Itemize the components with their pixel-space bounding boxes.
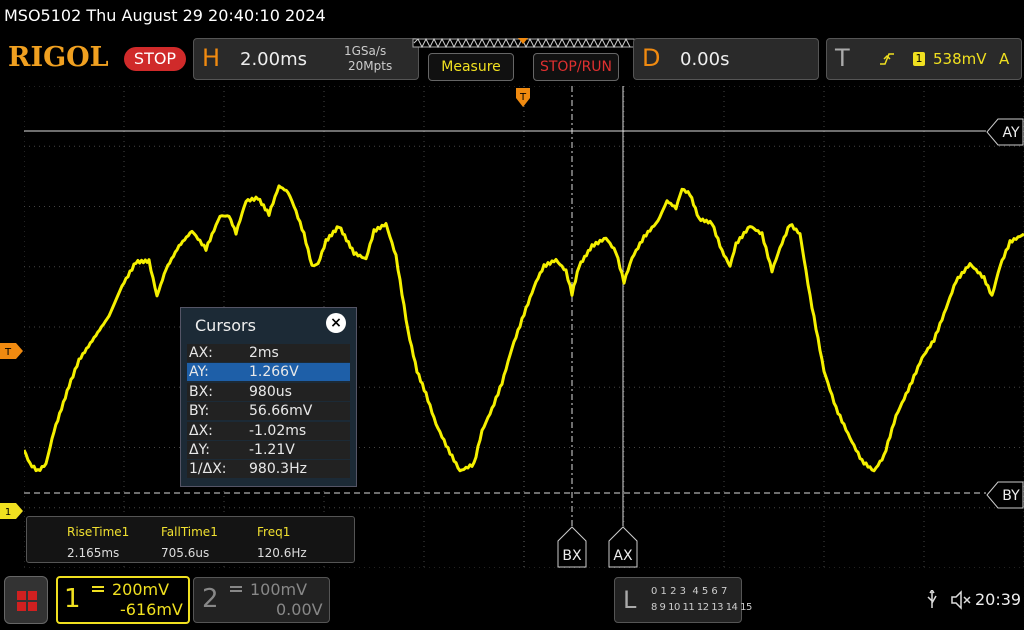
channel2-offset: 0.00V (276, 600, 323, 619)
graticule (24, 86, 1024, 568)
svg-text:AY: AY (1002, 125, 1019, 141)
cursor-row-key: BX: (189, 383, 213, 400)
cursor-row-key: AY: (189, 364, 209, 381)
trigger-level: 538mV (933, 50, 987, 68)
cursor-row-key: 1/ΔX: (189, 461, 227, 478)
rising-edge-icon (880, 53, 894, 65)
measure-name: RiseTime1 (67, 525, 130, 539)
sample-rate: 1GSa/s (344, 44, 387, 58)
menu-button[interactable] (4, 576, 48, 624)
measure-name: FallTime1 (161, 525, 218, 539)
delay-letter: D (642, 44, 661, 72)
cursors-panel[interactable]: Cursors × AX: 2ms AY: 1.266V BX: 980us BY: 56.6… (180, 307, 357, 487)
timebase-value: 2.00ms (240, 49, 307, 70)
channel1-panel[interactable]: 1 200mV -616mV (56, 576, 190, 624)
close-icon[interactable]: × (326, 313, 346, 333)
stop-run-button[interactable]: STOP/RUN (533, 53, 619, 81)
dc-coupling-icon (92, 586, 104, 592)
logic-row-bottom: 8 9 10 11 12 13 14 15 (651, 602, 752, 613)
channel1-trace (24, 184, 1024, 473)
trigger-position-letter: T (519, 92, 527, 103)
svg-text:BY: BY (1002, 488, 1020, 504)
cursor-row-value: -1.02ms (249, 422, 307, 439)
cursors-title: Cursors (195, 316, 256, 335)
cursor-row-key: BY: (189, 403, 210, 420)
measure-name: Freq1 (257, 525, 291, 539)
cursor-ay-tag[interactable]: AY (986, 118, 1024, 146)
channel2-number: 2 (202, 584, 219, 614)
trigger-coupling: A (999, 50, 1010, 68)
trigger-panel[interactable]: T 1 538mV A (826, 38, 1022, 80)
cursor-row-key: AX: (189, 345, 213, 361)
cursor-row[interactable]: BY: 56.66mV (187, 402, 350, 421)
usb-icon (927, 590, 937, 608)
measurement-panel: RiseTime1 2.165ms FallTime1 705.6us Freq… (26, 516, 355, 563)
cursor-row[interactable]: ΔY: -1.21V (187, 441, 350, 459)
cursor-row-key: ΔY: (189, 442, 210, 458)
channel1-scale: 200mV (112, 580, 170, 599)
cursor-row[interactable]: ΔX: -1.02ms (187, 421, 350, 440)
channel1-number: 1 (64, 584, 81, 614)
trigger-channel-badge: 1 (913, 52, 925, 66)
trigger-letter: T (835, 44, 850, 72)
measure-value: 2.165ms (67, 546, 120, 560)
cursor-row-value: -1.21V (249, 442, 295, 458)
cursor-row[interactable]: AX: 2ms (187, 344, 350, 362)
rigol-logo: RIGOL (8, 42, 109, 73)
window-title: MSO5102 Thu August 29 20:40:10 2024 (4, 6, 326, 25)
measure-value: 120.6Hz (257, 546, 307, 560)
channel1-offset: -616mV (120, 600, 183, 619)
cursor-row-key: ΔX: (189, 422, 213, 439)
cursor-bx-tag[interactable]: BX (557, 526, 587, 568)
memory-depth: 20Mpts (348, 59, 393, 73)
logic-panel[interactable]: L 0 1 2 3 4 5 6 7 8 9 10 11 12 13 14 15 (614, 577, 752, 623)
trigger-level-letter: T (4, 347, 12, 358)
measure-button[interactable]: Measure (428, 53, 514, 81)
title-bar: MSO5102 Thu August 29 20:40:10 2024 (0, 0, 1024, 34)
speaker-muted-icon[interactable] (950, 590, 972, 610)
run-state-badge[interactable]: STOP (124, 47, 186, 71)
svg-text:BX: BX (562, 548, 582, 564)
channel2-panel[interactable]: 2 100mV 0.00V (193, 577, 330, 623)
channel2-scale: 100mV (250, 580, 308, 599)
cursor-row[interactable]: BX: 980us (187, 382, 350, 401)
delay-panel[interactable]: D 0.00s (633, 38, 819, 80)
cursor-row-value: 56.66mV (249, 403, 313, 420)
horizontal-panel[interactable]: H 2.00ms 1GSa/s 20Mpts (193, 38, 419, 80)
measure-value: 705.6us (161, 546, 210, 560)
memory-overview (412, 37, 635, 49)
cursor-row-value: 980.3Hz (249, 461, 307, 478)
trigger-level-marker[interactable]: T (0, 343, 24, 359)
cursor-row[interactable]: AY: 1.266V (187, 363, 350, 382)
cursor-row[interactable]: 1/ΔX: 980.3Hz (187, 460, 350, 479)
cursor-ax-tag[interactable]: AX (608, 526, 638, 568)
cursor-by-tag[interactable]: BY (986, 481, 1024, 509)
cursor-lines (24, 86, 986, 526)
dc-coupling-icon (230, 586, 242, 592)
delay-value: 0.00s (680, 49, 730, 70)
cursor-row-value: 1.266V (249, 364, 299, 381)
horizontal-letter: H (202, 44, 221, 72)
cursor-row-value: 980us (249, 383, 292, 400)
waveform-display[interactable] (24, 86, 1024, 568)
menu-grid-icon (17, 591, 37, 611)
svg-text:AX: AX (613, 548, 633, 564)
logic-letter: L (623, 586, 637, 614)
cursor-row-value: 2ms (249, 345, 279, 361)
logic-row-top: 0 1 2 3 4 5 6 7 (651, 586, 728, 597)
channel1-ground-letter: 1 (5, 507, 11, 518)
clock: 20:39 (975, 590, 1022, 609)
trigger-position-marker[interactable]: T (515, 87, 531, 109)
channel1-ground-marker[interactable]: 1 (0, 503, 24, 519)
